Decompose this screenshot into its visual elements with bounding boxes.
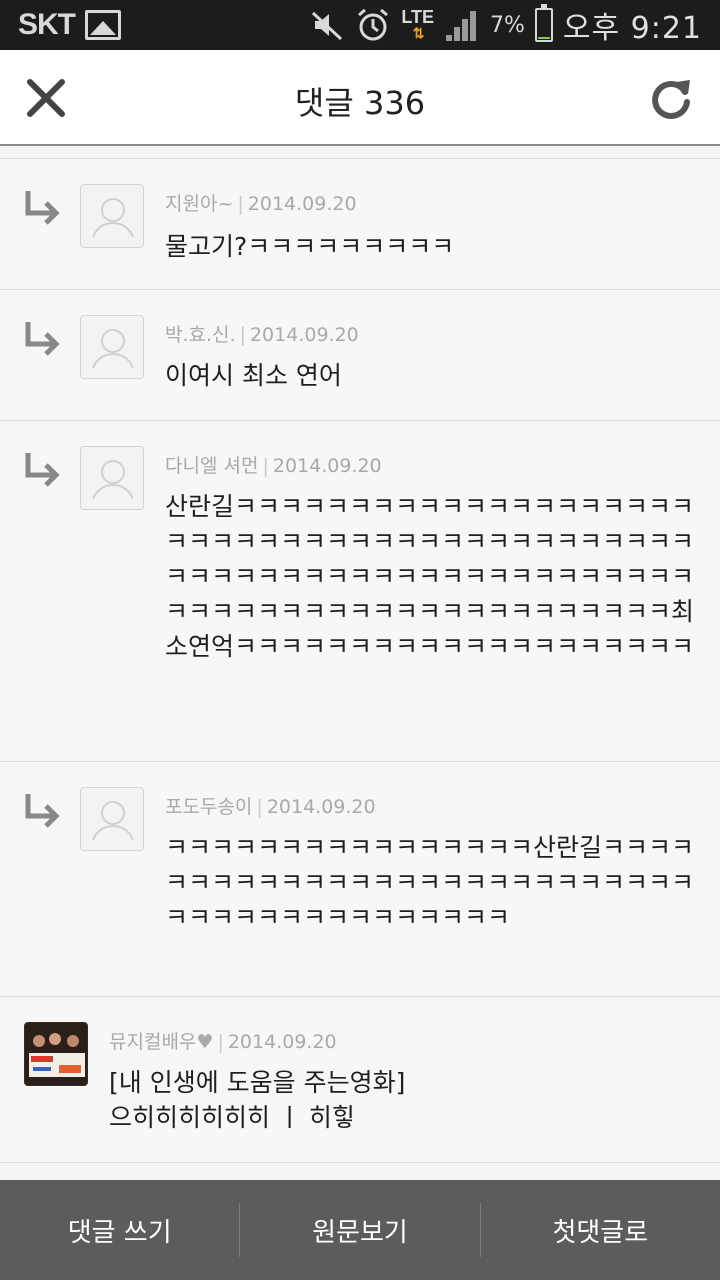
first-comment-button[interactable]: 첫댓글로 — [481, 1180, 720, 1280]
title-bar: 댓글 336 — [0, 50, 720, 146]
reply-arrow-icon — [25, 453, 60, 487]
avatar[interactable] — [80, 446, 144, 510]
comment-text: 산란길ㅋㅋㅋㅋㅋㅋㅋㅋㅋㅋㅋㅋㅋㅋㅋㅋㅋㅋㅋㅋㅋㅋㅋㅋㅋㅋㅋㅋㅋㅋㅋㅋㅋㅋㅋㅋㅋ… — [165, 492, 695, 661]
battery-level-fill — [537, 37, 550, 39]
reply-arrow-icon — [25, 794, 60, 828]
comment-date: 2014.09.20 — [247, 193, 357, 215]
comment-date: 2014.09.20 — [249, 324, 359, 346]
refresh-icon[interactable] — [646, 72, 696, 122]
comment-item: 뮤지컬배우♥ | 2014.09.20 [내 인생에 도움을 주는영화]으히히히히히… — [0, 997, 720, 1163]
avatar[interactable] — [80, 787, 144, 851]
comment-text: [내 인생에 도움을 주는영화]으히히히히히히 ㅣ 히힣 — [109, 1068, 406, 1132]
lte-icon: LTE ⇅ — [401, 7, 434, 41]
avatar[interactable] — [80, 184, 144, 248]
default-avatar-icon — [92, 198, 134, 238]
comment-meta: 지원아~ | 2014.09.20 — [165, 193, 357, 215]
comment-meta: 다니엘 셔먼 | 2014.09.20 — [165, 455, 382, 477]
comment-text: 물고기?ㅋㅋㅋㅋㅋㅋㅋㅋㅋ — [165, 232, 455, 261]
comment-author[interactable]: 다니엘 셔먼 — [165, 455, 258, 477]
avatar[interactable] — [80, 315, 144, 379]
battery-percent: 7% — [489, 12, 525, 38]
gallery-icon — [85, 10, 121, 40]
status-bar: SKT LTE ⇅ 7% 오후 9:21 — [0, 0, 720, 50]
default-avatar-icon — [92, 329, 134, 369]
comment-text: ㅋㅋㅋㅋㅋㅋㅋㅋㅋㅋㅋㅋㅋㅋㅋㅋ산란길ㅋㅋㅋㅋㅋㅋㅋㅋㅋㅋㅋㅋㅋㅋㅋㅋㅋㅋㅋㅋㅋ… — [165, 833, 695, 932]
write-comment-button[interactable]: 댓글 쓰기 — [0, 1180, 239, 1280]
reply-arrow-icon — [25, 191, 60, 225]
user-photo-icon — [25, 1023, 87, 1085]
comment-date: 2014.09.20 — [266, 796, 376, 818]
comment-text: 이여시 최소 연어 — [165, 361, 342, 390]
comment-meta: 박.효.신. | 2014.09.20 — [165, 324, 359, 346]
comment-date: 2014.09.20 — [272, 455, 382, 477]
comment-author[interactable]: 뮤지컬배우♥ — [109, 1031, 213, 1053]
comment-item: 포도두송이 | 2014.09.20 ㅋㅋㅋㅋㅋㅋㅋㅋㅋㅋㅋㅋㅋㅋㅋㅋ산란길ㅋㅋㅋㅋ… — [0, 762, 720, 997]
comment-item: 다니엘 셔먼 | 2014.09.20 산란길ㅋㅋㅋㅋㅋㅋㅋㅋㅋㅋㅋㅋㅋㅋㅋㅋㅋㅋㅋ… — [0, 421, 720, 762]
default-avatar-icon — [92, 801, 134, 841]
comment-meta: 뮤지컬배우♥ | 2014.09.20 — [109, 1031, 337, 1053]
battery-icon — [534, 4, 553, 42]
comment-list[interactable]: 지원아~ | 2014.09.20 물고기?ㅋㅋㅋㅋㅋㅋㅋㅋㅋ 박.효.신. | 201… — [0, 158, 720, 1180]
comment-item: 박.효.신. | 2014.09.20 이여시 최소 연어 — [0, 290, 720, 421]
alarm-icon — [358, 8, 389, 41]
comment-author[interactable]: 포도두송이 — [165, 796, 252, 818]
view-original-button[interactable]: 원문보기 — [240, 1180, 479, 1280]
mute-icon — [312, 11, 343, 41]
default-avatar-icon — [92, 460, 134, 500]
comment-item: 지원아~ | 2014.09.20 물고기?ㅋㅋㅋㅋㅋㅋㅋㅋㅋ — [0, 159, 720, 290]
avatar[interactable] — [24, 1022, 88, 1086]
comment-date: 2014.09.20 — [227, 1031, 337, 1053]
comment-author[interactable]: 박.효.신. — [165, 324, 236, 346]
network-label: LTE — [401, 7, 434, 27]
bottom-action-bar: 댓글 쓰기 원문보기 첫댓글로 — [0, 1180, 720, 1280]
reply-arrow-icon — [25, 322, 60, 356]
comment-meta: 포도두송이 | 2014.09.20 — [165, 796, 376, 818]
carrier-label: SKT — [18, 8, 76, 41]
page-title: 댓글 336 — [294, 84, 426, 122]
clock: 오후 9:21 — [562, 11, 702, 46]
comment-author[interactable]: 지원아~ — [165, 193, 233, 215]
signal-icon — [445, 11, 476, 41]
